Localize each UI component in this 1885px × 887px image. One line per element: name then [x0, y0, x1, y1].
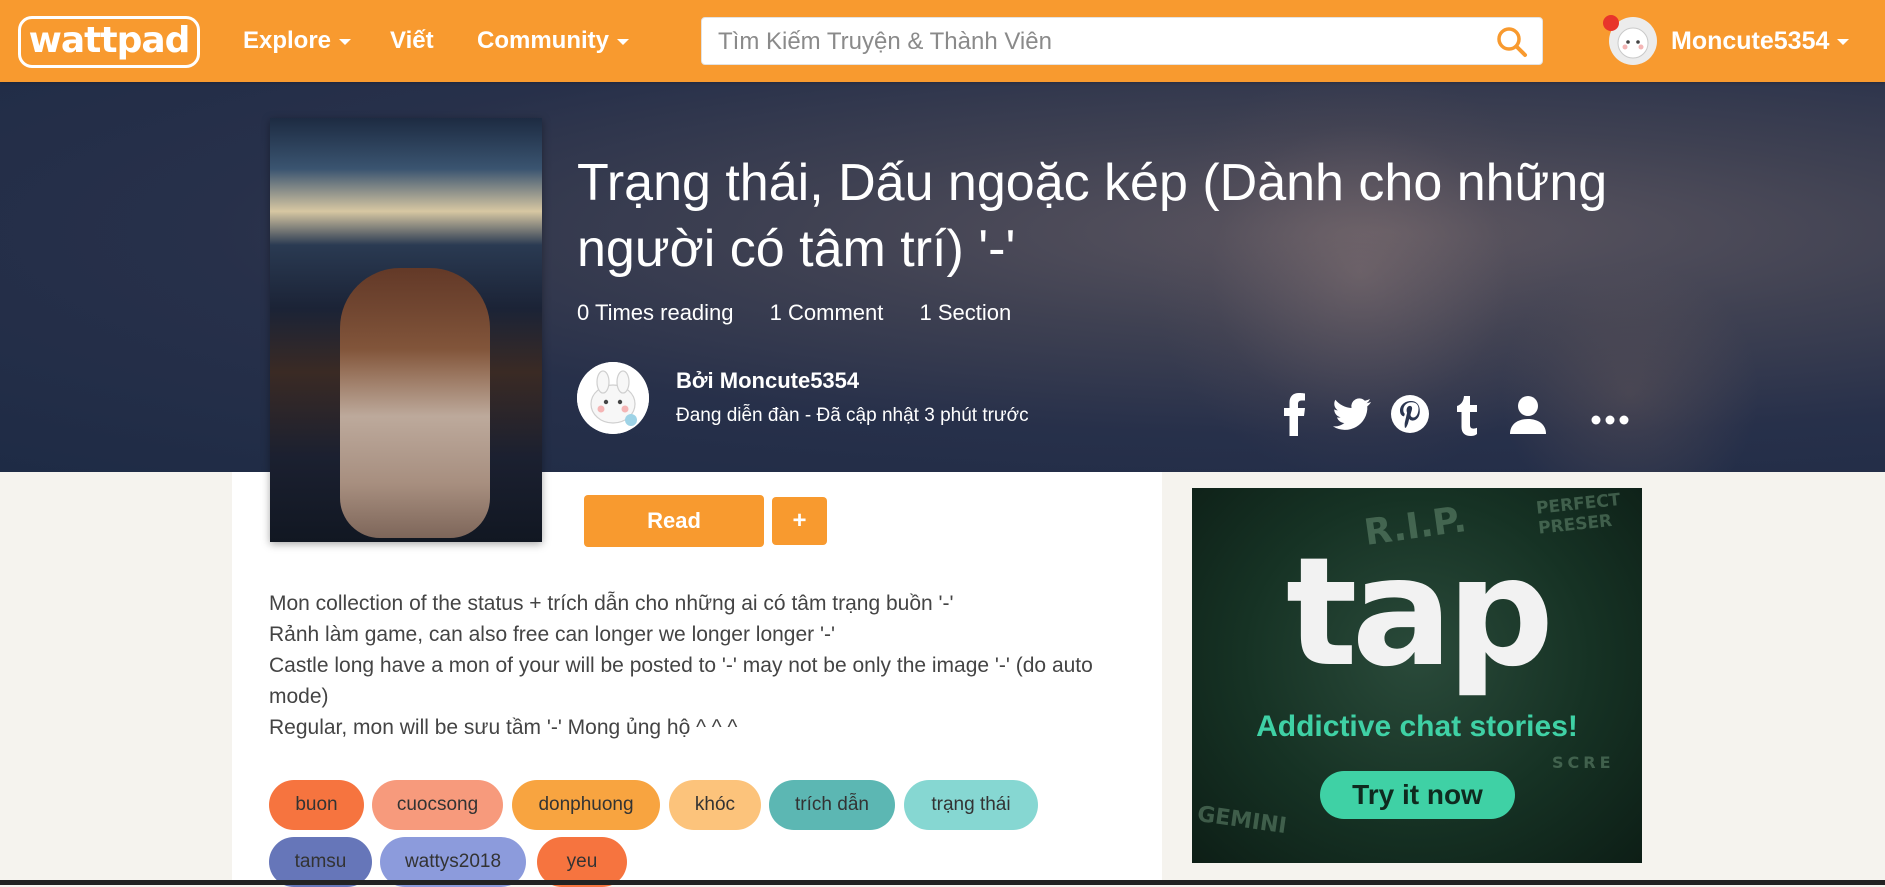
chevron-down-icon — [339, 38, 352, 45]
ad-deco-text: SCRE — [1552, 753, 1615, 772]
notification-badge — [1603, 15, 1619, 31]
description-line: Rảnh làm game, can also free can longer … — [269, 623, 835, 646]
search-input[interactable] — [716, 18, 1480, 66]
author-avatar[interactable] — [577, 362, 649, 434]
pinterest-icon[interactable] — [1390, 392, 1430, 438]
chevron-down-icon — [1837, 39, 1850, 46]
nav-community-label: Community — [477, 27, 609, 54]
tag-donphuong[interactable]: donphuong — [512, 780, 660, 830]
ad-tagline: Addictive chat stories! — [1256, 710, 1578, 743]
story-status: Đang diễn đàn - Đã cập nhật 3 phút trước — [676, 405, 1029, 426]
nav-explore-label: Explore — [243, 27, 332, 54]
story-cover-image[interactable] — [270, 118, 542, 542]
facebook-icon[interactable] — [1281, 392, 1307, 438]
comments-count[interactable]: 1 Comment — [770, 300, 884, 325]
story-stats: 0 Times reading 1 Comment 1 Section — [577, 300, 1041, 326]
wattpad-logo[interactable]: wattpad — [18, 16, 200, 68]
description-line: Castle long have a mon of your will be p… — [269, 654, 1093, 708]
read-button[interactable]: Read — [584, 495, 764, 547]
tumblr-icon[interactable] — [1454, 392, 1480, 438]
more-icon[interactable] — [1590, 392, 1630, 438]
profile-icon[interactable] — [1508, 392, 1548, 438]
description-line: Mon collection of the status + trích dẫn… — [269, 592, 954, 615]
tag-trich-dan[interactable]: trích dẫn — [769, 780, 895, 830]
username-label: Moncute5354 — [1671, 27, 1830, 55]
add-to-library-button[interactable]: + — [772, 497, 827, 545]
reads-count: 0 Times reading — [577, 300, 734, 325]
tap-logo: tap — [1285, 526, 1554, 700]
window-bottom-edge — [0, 880, 1885, 885]
tag-khoc[interactable]: khóc — [669, 780, 761, 830]
description-line: Regular, mon will be sưu tầm '-' Mong ủn… — [269, 716, 738, 739]
search-icon[interactable] — [1496, 26, 1528, 58]
sections-count[interactable]: 1 Section — [920, 300, 1012, 325]
tag-cuocsong[interactable]: cuocsong — [372, 780, 503, 830]
nav-write[interactable]: Viết — [390, 0, 434, 82]
user-menu[interactable]: Moncute5354 — [1671, 0, 1850, 82]
cover-figure — [340, 268, 490, 538]
nav-community[interactable]: Community — [477, 0, 629, 82]
story-title: Trạng thái, Dấu ngoặc kép (Dành cho nhữn… — [577, 154, 1608, 278]
try-it-now-button[interactable]: Try it now — [1320, 771, 1515, 819]
tag-buon[interactable]: buon — [269, 780, 364, 830]
search-bar — [701, 17, 1543, 66]
chevron-down-icon — [617, 38, 629, 45]
ad-deco-text: GEMINI — [1195, 801, 1289, 840]
author-name[interactable]: Bởi Moncute5354 — [676, 368, 859, 394]
story-description: Mon collection of the status + trích dẫn… — [269, 588, 1119, 743]
top-navbar: wattpad Explore Viết Community Moncute53… — [0, 0, 1885, 82]
nav-explore[interactable]: Explore — [243, 0, 352, 82]
twitter-icon[interactable] — [1332, 392, 1372, 438]
tap-advertisement[interactable]: R.I.P. PERFECT PRESER GEMINI SCRE tap Ad… — [1192, 488, 1642, 863]
tag-trang-thai[interactable]: trạng thái — [904, 780, 1038, 830]
